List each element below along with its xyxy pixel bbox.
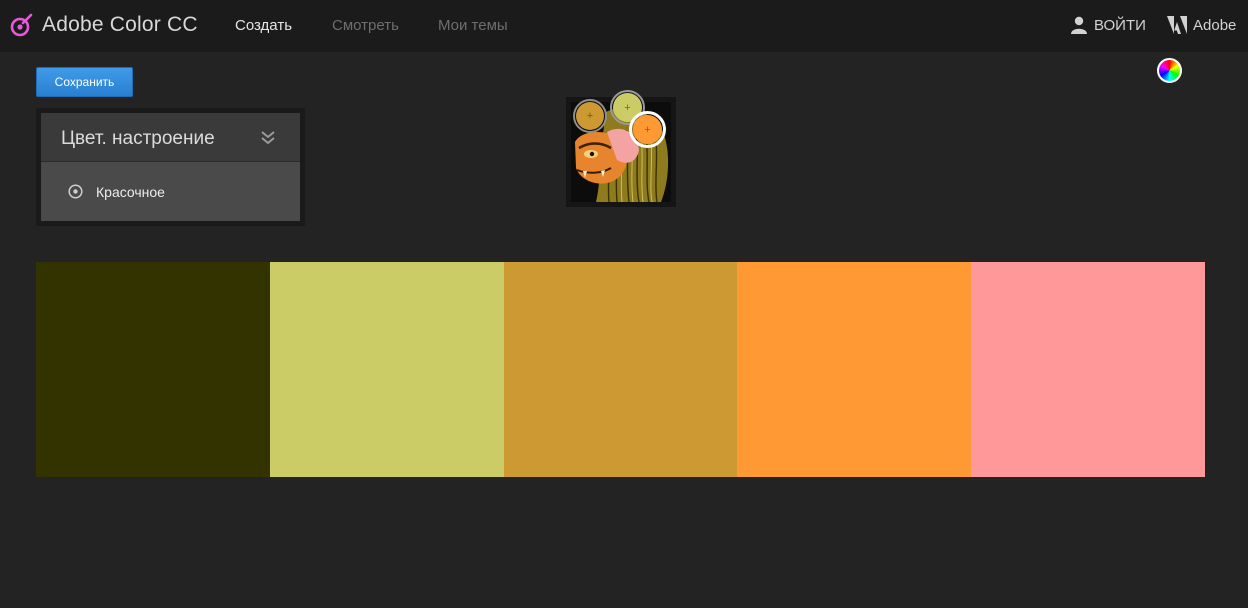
login-label: ВОЙТИ bbox=[1094, 16, 1146, 34]
adobe-link[interactable]: Adobe bbox=[1167, 15, 1236, 35]
radio-selected-icon[interactable] bbox=[68, 184, 83, 199]
top-bar: Adobe Color CC Создать Смотреть Мои темы… bbox=[0, 0, 1248, 52]
nav-explore[interactable]: Смотреть bbox=[332, 17, 399, 34]
mood-option-label: Красочное bbox=[96, 184, 165, 200]
adobe-icon bbox=[1167, 16, 1187, 34]
color-picker-1[interactable]: + bbox=[573, 99, 607, 133]
color-picker-3[interactable]: + bbox=[629, 111, 666, 148]
user-icon bbox=[1071, 16, 1087, 34]
nav-my-themes[interactable]: Мои темы bbox=[438, 17, 508, 34]
app-title[interactable]: Adobe Color CC bbox=[42, 13, 198, 37]
double-chevron-down-icon[interactable] bbox=[260, 130, 276, 146]
swatch-3[interactable] bbox=[504, 262, 737, 477]
nav-create[interactable]: Создать bbox=[235, 17, 292, 34]
source-image-frame: + + + bbox=[566, 90, 676, 207]
color-swatches bbox=[36, 262, 1205, 477]
color-wheel-icon[interactable] bbox=[1157, 58, 1182, 83]
login-link[interactable]: ВОЙТИ bbox=[1071, 15, 1146, 35]
swatch-5[interactable] bbox=[971, 262, 1205, 477]
swatch-1[interactable] bbox=[36, 262, 270, 477]
color-mood-panel: Цвет. настроение Красочное bbox=[36, 108, 305, 226]
mood-option-colorful[interactable]: Красочное bbox=[41, 162, 300, 221]
swatch-4[interactable] bbox=[737, 262, 971, 477]
mood-title: Цвет. настроение bbox=[61, 128, 215, 149]
adobe-color-logo-icon[interactable] bbox=[9, 12, 35, 38]
swatch-2[interactable] bbox=[270, 262, 504, 477]
mood-dropdown-header[interactable]: Цвет. настроение bbox=[41, 113, 300, 162]
picker-swatch-1: + bbox=[576, 102, 604, 130]
save-button[interactable]: Сохранить bbox=[36, 67, 133, 97]
picker-swatch-3: + bbox=[633, 115, 662, 144]
adobe-label: Adobe bbox=[1193, 16, 1237, 34]
